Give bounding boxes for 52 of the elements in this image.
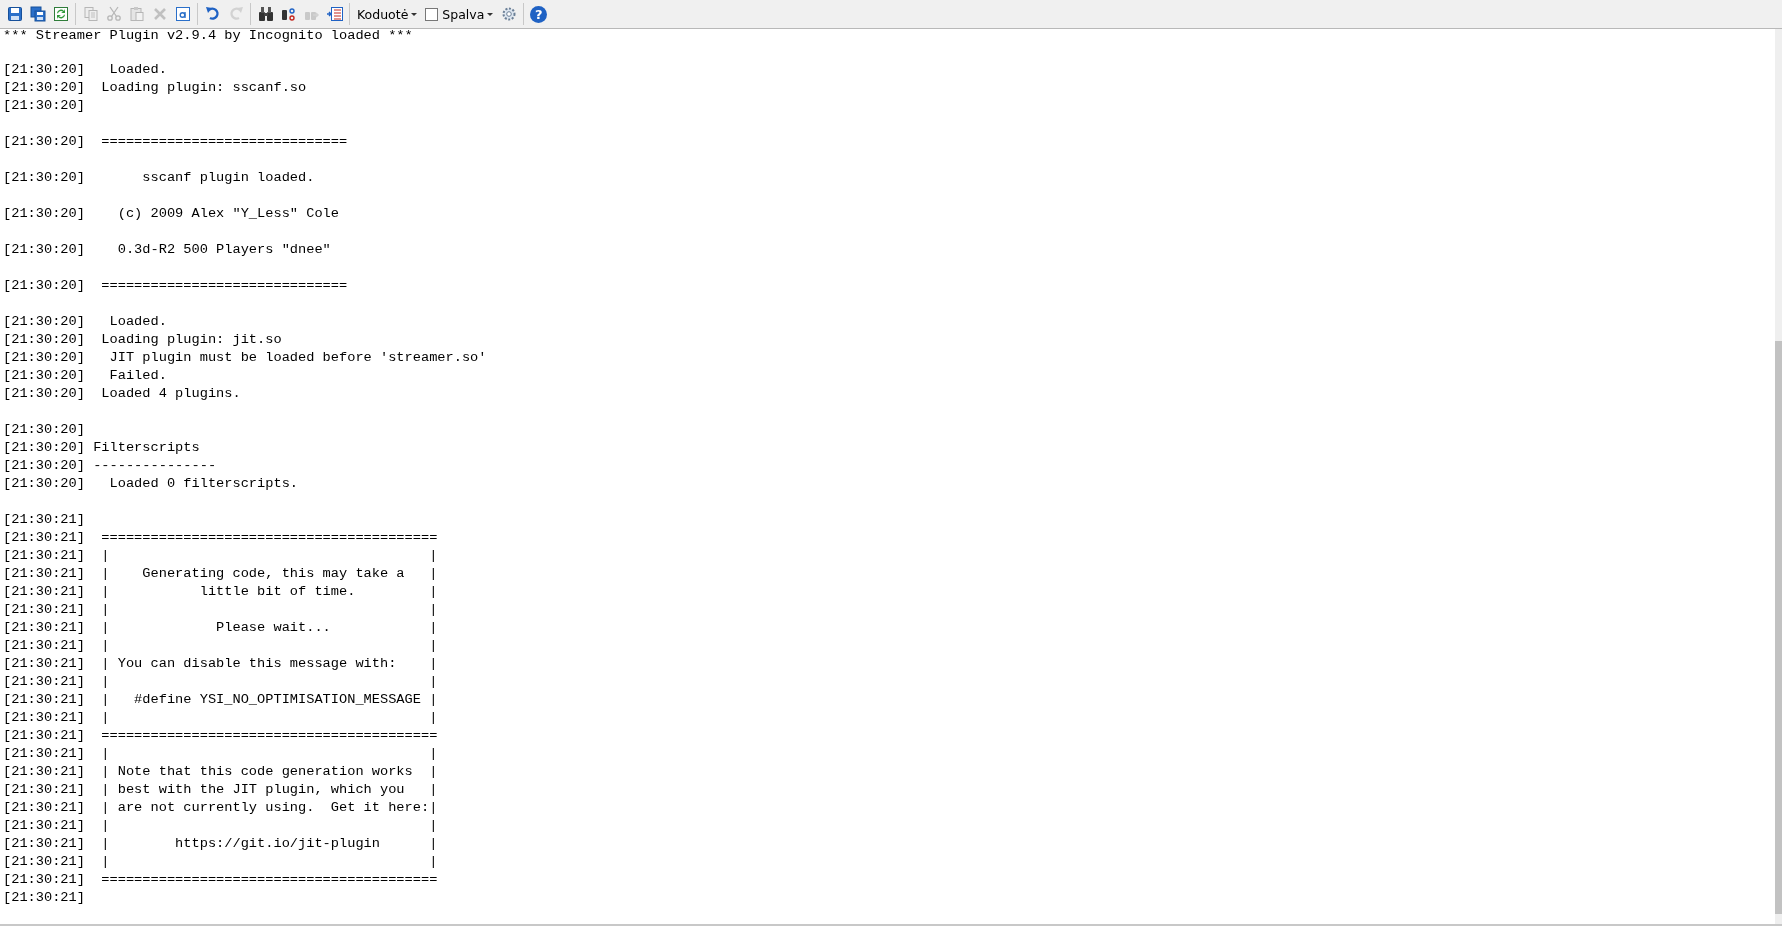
- log-line: [21:30:21] | #define YSI_NO_OPTIMISATION_MESSAGE |: [3, 692, 438, 707]
- encoding-menu[interactable]: Koduotė: [353, 6, 422, 22]
- log-line: [21:30:21] | |: [3, 710, 438, 725]
- checkbox[interactable]: [425, 7, 439, 21]
- log-line: [21:30:20] sscanf plugin loaded.: [3, 170, 315, 185]
- log-line: [21:30:20] Loaded.: [3, 314, 167, 329]
- text-select-icon[interactable]: [174, 6, 191, 22]
- log-line: [21:30:20] Loaded 4 plugins.: [3, 386, 241, 401]
- log-line: [21:30:20]: [3, 422, 85, 437]
- help-button[interactable]: ?: [530, 5, 548, 23]
- scrollbar-thumb[interactable]: [1775, 341, 1782, 914]
- log-line: [21:30:21]: [3, 512, 85, 527]
- log-line: [21:30:20] (c) 2009 Alex "Y_Less" Cole: [3, 206, 339, 221]
- log-line: [21:30:20]: [3, 98, 85, 113]
- log-line: [21:30:21] | Note that this code generation works |: [3, 764, 438, 779]
- log-line: [21:30:21] | Please wait... |: [3, 620, 438, 635]
- log-line: [21:30:21] | https://git.io/jit-plugin |: [3, 836, 438, 851]
- log-line: [21:30:20] 0.3d-R2 500 Players "dnee": [3, 242, 331, 257]
- log-header: *** Streamer Plugin v2.9.4 by Incognito loaded ***: [3, 29, 413, 43]
- log-line: [21:30:21] =========================================: [3, 530, 438, 545]
- refresh-icon[interactable]: [52, 6, 69, 22]
- log-line: [21:30:21] | |: [3, 602, 438, 617]
- log-line: [21:30:21] =========================================: [3, 728, 438, 743]
- log-line: [21:30:21] =========================================: [3, 872, 438, 887]
- log-line: [21:30:20] Loaded.: [3, 62, 167, 77]
- log-line: [21:30:21] | You can disable this message with: |: [3, 656, 438, 671]
- log-line: [21:30:20] Failed.: [3, 368, 167, 383]
- log-line: [21:30:21] | |: [3, 674, 438, 689]
- log-line: [21:30:21] | best with the JIT plugin, which you |: [3, 782, 438, 797]
- log-line: [21:30:20] ==============================: [3, 134, 348, 149]
- list-icon[interactable]: [326, 6, 343, 22]
- settings-icon[interactable]: [500, 6, 517, 22]
- log-line: [21:30:20] JIT plugin must be loaded before 'streamer.so': [3, 350, 487, 365]
- log-line: [21:30:20] Filterscripts: [3, 440, 200, 455]
- log-line: [21:30:20] Loading plugin: jit.so: [3, 332, 282, 347]
- log-line: [21:30:20] ==============================: [3, 278, 348, 293]
- color-menu[interactable]: Spalva: [438, 6, 498, 22]
- log-line: [21:30:21] | |: [3, 818, 438, 833]
- log-line: [21:30:21] | are not currently using. Get it here:|: [3, 800, 438, 815]
- stacked-floppy-icon[interactable]: [29, 6, 46, 22]
- log-line: [21:30:20] Loading plugin: sscanf.so: [3, 80, 307, 95]
- log-line: [21:30:21] | |: [3, 548, 438, 563]
- log-line: [21:30:21] | |: [3, 746, 438, 761]
- binoculars-icon[interactable]: [257, 6, 274, 22]
- log-line: [21:30:20] Loaded 0 filterscripts.: [3, 476, 299, 491]
- log-line: [21:30:21] | little bit of time. |: [3, 584, 438, 599]
- undo-icon[interactable]: [204, 6, 221, 22]
- log-line: [21:30:21] | |: [3, 638, 438, 653]
- log-line: [21:30:21] | |: [3, 854, 438, 869]
- log-line: [21:30:21] | Generating code, this may take a |: [3, 566, 438, 581]
- log-line: [21:30:20] ---------------: [3, 458, 217, 473]
- log-line: [21:30:21]: [3, 890, 85, 905]
